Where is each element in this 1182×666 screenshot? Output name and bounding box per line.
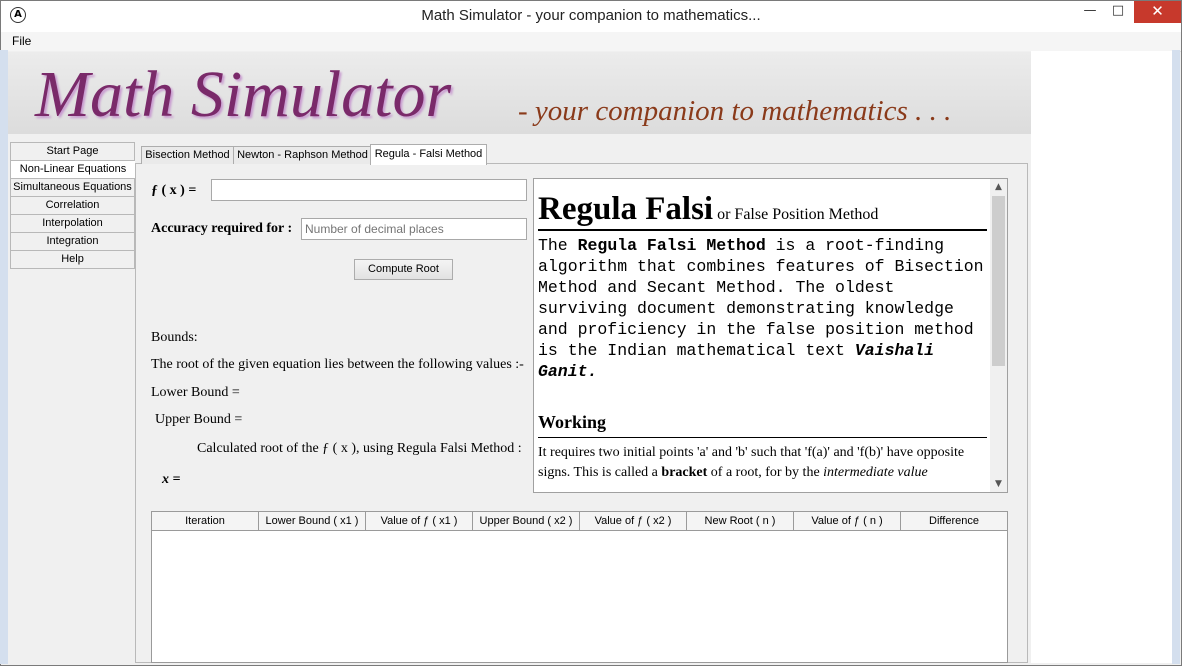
fx-label: ƒ ( x ) =	[151, 183, 197, 198]
nav-start-page[interactable]: Start Page	[10, 142, 135, 161]
col-value-fn[interactable]: Value of ƒ ( n )	[794, 512, 901, 530]
nav-non-linear-equations[interactable]: Non-Linear Equations	[10, 161, 135, 179]
nav-integration[interactable]: Integration	[10, 233, 135, 251]
nav-interpolation[interactable]: Interpolation	[10, 215, 135, 233]
info-p1-bold: Regula Falsi Method	[577, 236, 766, 255]
info-scrollbar[interactable]: ▲ ▼	[990, 179, 1007, 492]
banner-subtitle: - your companion to mathematics . . .	[518, 95, 952, 127]
bounds-label: Bounds:	[151, 330, 198, 345]
info-heading-title: Regula Falsi	[538, 191, 714, 227]
method-info-content: Regula Falsi or False Position Method Th…	[538, 179, 988, 483]
lower-bound-label: Lower Bound =	[151, 385, 240, 400]
x-result-label: x =	[162, 472, 181, 487]
info-p1-text: The	[538, 236, 578, 255]
col-value-fx1[interactable]: Value of ƒ ( x1 )	[366, 512, 473, 530]
window-frame-right	[1172, 50, 1180, 664]
col-iteration[interactable]: Iteration	[152, 512, 259, 530]
scroll-thumb[interactable]	[992, 196, 1005, 366]
col-upper-bound[interactable]: Upper Bound ( x2 )	[473, 512, 580, 530]
empty-area	[1031, 51, 1172, 663]
iteration-table: Iteration Lower Bound ( x1 ) Value of ƒ …	[151, 511, 1008, 663]
accuracy-input[interactable]	[301, 218, 527, 240]
nav-simultaneous-equations[interactable]: Simultaneous Equations	[10, 179, 135, 197]
info-p2-text-2: of a root, for by the	[707, 465, 824, 480]
info-p2-italic: intermediate value	[823, 465, 928, 480]
window-frame-left	[0, 50, 8, 664]
scroll-down-icon[interactable]: ▼	[990, 476, 1007, 492]
info-working-heading: Working	[538, 412, 987, 438]
info-heading-subtitle: or False Position Method	[713, 206, 879, 223]
root-lies-text: The root of the given equation lies betw…	[151, 357, 524, 372]
menu-bar: File	[1, 32, 1181, 52]
banner-title: Math Simulator	[35, 58, 452, 131]
info-p2-bold: bracket	[661, 465, 708, 480]
info-paragraph-1: The Regula Falsi Method is a root-findin…	[538, 235, 988, 382]
calculated-root-text: Calculated root of the ƒ ( x ), using Re…	[197, 441, 522, 456]
table-header: Iteration Lower Bound ( x1 ) Value of ƒ …	[152, 512, 1007, 531]
nav-correlation[interactable]: Correlation	[10, 197, 135, 215]
nav-help[interactable]: Help	[10, 251, 135, 269]
side-navigation: Start Page Non-Linear Equations Simultan…	[10, 142, 135, 269]
menu-file[interactable]: File	[12, 34, 31, 48]
banner: Math Simulator - your companion to mathe…	[8, 52, 1031, 134]
scroll-up-icon[interactable]: ▲	[990, 179, 1007, 195]
info-heading: Regula Falsi or False Position Method	[538, 191, 987, 231]
compute-root-button[interactable]: Compute Root	[354, 259, 453, 280]
tab-bisection-method[interactable]: Bisection Method	[141, 146, 234, 164]
fx-input[interactable]	[211, 179, 527, 201]
upper-bound-label: Upper Bound =	[155, 412, 243, 427]
accuracy-label: Accuracy required for :	[151, 221, 293, 236]
title-bar: A Math Simulator - your companion to mat…	[1, 1, 1181, 32]
tab-regula-falsi-method[interactable]: Regula - Falsi Method	[370, 144, 487, 165]
col-lower-bound[interactable]: Lower Bound ( x1 )	[259, 512, 366, 530]
info-paragraph-2: It requires two initial points 'a' and '…	[538, 443, 988, 483]
maximize-icon[interactable]: □	[1103, 1, 1133, 23]
col-difference[interactable]: Difference	[901, 512, 1007, 530]
tab-newton-raphson-method[interactable]: Newton - Raphson Method	[233, 146, 372, 164]
col-new-root[interactable]: New Root ( n )	[687, 512, 794, 530]
close-icon[interactable]: ✕	[1134, 1, 1181, 23]
method-info-panel: Regula Falsi or False Position Method Th…	[533, 178, 1008, 493]
col-value-fx2[interactable]: Value of ƒ ( x2 )	[580, 512, 687, 530]
minimize-icon[interactable]: —	[1075, 1, 1105, 23]
window-title: Math Simulator - your companion to mathe…	[421, 7, 761, 24]
